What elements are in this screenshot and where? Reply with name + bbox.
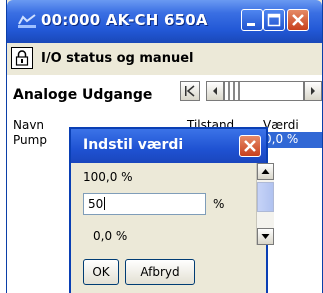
section-title: Analoge Udgange [13,87,153,103]
first-page-icon [185,85,195,97]
maximize-button[interactable] [263,9,285,31]
value-input-text: 50 [88,197,104,211]
ok-button[interactable]: OK [83,259,119,285]
min-value-label: 0,0 % [93,229,128,243]
title-bar[interactable]: 00:000 AK-CH 650A [7,0,322,43]
maximize-icon [267,13,281,27]
arrow-down-icon [261,234,270,239]
dialog-title-bar[interactable]: Indstil værdi [71,129,266,163]
window-title: 00:000 AK-CH 650A [41,11,208,29]
row-name[interactable]: Pump [13,133,47,147]
close-icon [292,14,304,26]
value-input[interactable]: 50 [83,193,206,215]
first-page-button[interactable] [180,81,200,101]
text-caret [104,197,106,210]
dialog-body: 100,0 % 50 % 0,0 % OK Afbryd [71,163,274,293]
lock-button[interactable] [11,47,33,69]
column-header-name: Navn [13,118,45,132]
slider-thumb[interactable] [225,82,247,100]
dialog-close-button[interactable] [239,135,261,157]
scroll-up-button[interactable] [257,163,274,180]
unit-label: % [213,197,225,211]
gauge-icon [17,12,37,30]
row-value[interactable]: 0,0 % [262,132,322,148]
close-button[interactable] [287,9,309,31]
previous-button[interactable] [206,81,224,101]
dialog-title: Indstil værdi [83,137,184,153]
toolbar: I/O status og manuel [7,43,322,75]
max-value-label: 100,0 % [83,170,133,184]
page-slider[interactable] [224,81,304,101]
arrow-up-icon [261,169,270,174]
minimize-icon [247,23,255,26]
cancel-button[interactable]: Afbryd [125,259,195,285]
close-icon [244,140,256,152]
next-button[interactable] [304,81,322,101]
column-header-value: Værdi [263,118,299,132]
scroll-down-button[interactable] [257,228,274,245]
lock-icon [15,50,29,66]
set-value-dialog: Indstil værdi 100,0 % 50 % 0,0 % OK Afbr… [69,127,274,293]
minimize-button[interactable] [241,9,263,31]
chevron-right-icon [311,87,315,95]
toolbar-title: I/O status og manuel [41,51,194,66]
value-scrollbar[interactable] [256,163,274,245]
scroll-thumb[interactable] [257,182,274,212]
main-window: 00:000 AK-CH 650A I/O status og manuel A… [6,0,323,293]
chevron-left-icon [213,87,217,95]
